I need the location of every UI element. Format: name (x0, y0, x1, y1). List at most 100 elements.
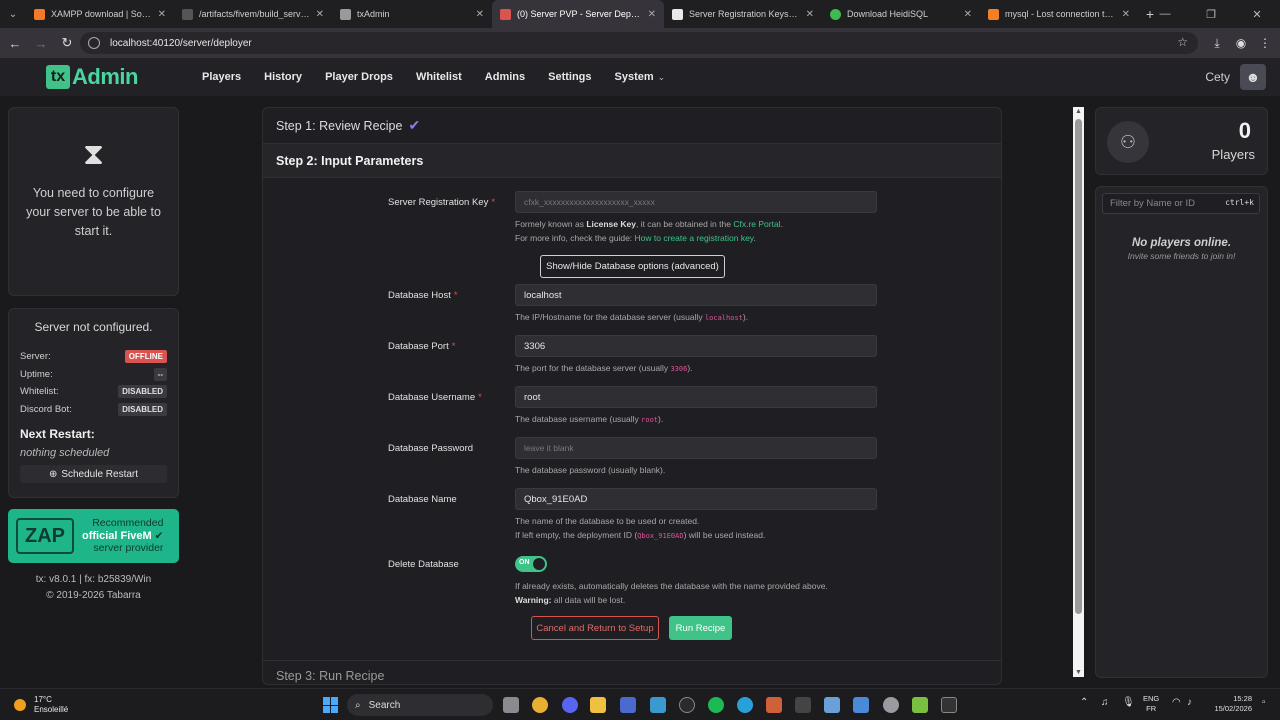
status-header: Server not configured. (34, 320, 153, 334)
menu-player-drops[interactable]: Player Drops (325, 71, 393, 83)
browser-tab[interactable]: txAdmin ✕ (332, 0, 492, 28)
menu-admins[interactable]: Admins (485, 71, 525, 83)
browser-tab[interactable]: Download HeidiSQL ✕ (822, 0, 980, 28)
players-count-card: ⚇ 0 Players (1095, 107, 1268, 175)
browser-tab[interactable]: XAMPP download | SourceForge ✕ (26, 0, 174, 28)
chrome-icon[interactable] (532, 697, 548, 713)
spotify-icon[interactable] (708, 697, 724, 713)
close-tab-icon[interactable]: ✕ (964, 9, 972, 20)
status-row-whitelist: Whitelist: DISABLED (20, 383, 167, 401)
volume-icon[interactable]: ♪ (1187, 697, 1192, 708)
close-tab-icon[interactable]: ✕ (1122, 9, 1130, 20)
windows-start-icon[interactable] (323, 697, 339, 713)
menu-whitelist[interactable]: Whitelist (416, 71, 462, 83)
restore-icon[interactable]: ❐ (1188, 0, 1234, 28)
username[interactable]: Cety (1205, 70, 1230, 84)
dbuser-input[interactable]: root (515, 386, 877, 408)
regkey-input[interactable]: cfxk_xxxxxxxxxxxxxxxxxxxx_xxxxx (515, 191, 877, 213)
terminal-icon[interactable] (795, 697, 811, 713)
photos-icon[interactable] (650, 697, 666, 713)
dbhost-input[interactable]: localhost (515, 284, 877, 306)
discord-icon[interactable] (562, 697, 578, 713)
status-row-discord: Discord Bot: DISABLED (20, 401, 167, 419)
back-arrow-icon[interactable]: ← (2, 28, 28, 58)
browser-tab[interactable]: Server Registration Keys - Cfx.re ✕ (664, 0, 822, 28)
close-tab-icon[interactable]: ✕ (648, 9, 656, 20)
url-input[interactable]: localhost:40120/server/deployer ☆ (80, 32, 1198, 54)
settings-gear-icon[interactable] (883, 697, 899, 713)
version-info: tx: v8.0.1 | fx: b25839/Win (35, 574, 152, 585)
dbpass-input[interactable]: leave it blank (515, 437, 877, 459)
forward-arrow-icon[interactable]: → (28, 28, 54, 58)
notifications-icon[interactable]: ▫ (1262, 697, 1266, 708)
main-menu: Players History Player Drops Whitelist A… (202, 58, 665, 96)
avatar[interactable]: ☻ (1240, 64, 1266, 90)
windows-taskbar: 17°C Ensoleillé ⌕ Search ⌃ ♫ 🎙 ENG FR ◠ … (0, 688, 1280, 720)
page-scrollbar[interactable]: ▲ ▼ (1073, 107, 1084, 677)
cmd-icon[interactable] (941, 697, 957, 713)
cfx-portal-link[interactable]: Cfx.re Portal (733, 219, 780, 229)
microphone-icon[interactable]: 🎙 (1122, 697, 1135, 708)
browser-tab[interactable]: /artifacts/fivem/build_server_w ✕ (174, 0, 332, 28)
minimize-icon[interactable]: — (1142, 0, 1188, 28)
menu-players[interactable]: Players (202, 71, 241, 83)
players-list-card: Filter by Name or ID ctrl+k No players o… (1095, 186, 1268, 678)
menu-history[interactable]: History (264, 71, 302, 83)
zap-hosting-banner[interactable]: ZAP Recommended official FiveM ✔ server … (8, 509, 179, 563)
schedule-restart-button[interactable]: ⊕ Schedule Restart (20, 465, 167, 483)
close-window-icon[interactable]: ✕ (1234, 0, 1280, 28)
deletedb-toggle[interactable]: ON (515, 556, 547, 572)
heidisql-favicon-icon (830, 8, 841, 20)
zap-text: Recommended official FiveM ✔ server prov… (82, 517, 164, 555)
scrollbar-thumb[interactable] (1075, 119, 1082, 614)
site-info-icon[interactable] (88, 37, 100, 49)
clock[interactable]: 15:28 15/02/2026 (1206, 694, 1252, 714)
player-filter-input[interactable]: Filter by Name or ID ctrl+k (1102, 193, 1260, 214)
no-players-subtitle: Invite some friends to join in! (1127, 251, 1236, 261)
task-view-icon[interactable] (503, 697, 519, 713)
download-icon[interactable]: ⤓ (1205, 28, 1229, 58)
close-tab-icon[interactable]: ✕ (476, 9, 484, 20)
github-icon[interactable] (679, 697, 695, 713)
step1-header[interactable]: Step 1: Review Recipe ✔ (263, 108, 1001, 144)
toggle-database-options-button[interactable]: Show/Hide Database options (advanced) (540, 255, 725, 278)
close-tab-icon[interactable]: ✕ (158, 9, 166, 20)
app-icon[interactable] (620, 697, 636, 713)
menu-settings[interactable]: Settings (548, 71, 591, 83)
cfx-favicon-icon (672, 8, 683, 20)
app-icon[interactable] (912, 697, 928, 713)
tray-chevron-up-icon[interactable]: ⌃ (1080, 697, 1088, 708)
browser-tab[interactable]: mysql - Lost connection to serv ✕ (980, 0, 1138, 28)
profile-icon[interactable]: ◉ (1229, 28, 1253, 58)
txadmin-logo[interactable]: tx Admin (46, 64, 138, 90)
menu-system[interactable]: System (615, 71, 654, 83)
headset-icon[interactable]: ♫ (1101, 697, 1109, 708)
weather-widget[interactable]: 17°C Ensoleillé (14, 695, 68, 715)
scroll-up-icon[interactable]: ▲ (1075, 108, 1082, 115)
scroll-down-icon[interactable]: ▼ (1075, 669, 1082, 676)
browser-tab-active[interactable]: (0) Server PVP - Server Deployer ✕ (492, 0, 664, 28)
run-recipe-button[interactable]: Run Recipe (669, 616, 732, 640)
dbname-input[interactable]: Qbox_91E0AD (515, 488, 877, 510)
reload-icon[interactable]: ↻ (54, 28, 80, 58)
browser-menu-icon[interactable]: ⋮ (1253, 28, 1277, 58)
app-icon[interactable] (737, 697, 753, 713)
app-icon[interactable] (766, 697, 782, 713)
close-tab-icon[interactable]: ✕ (806, 9, 814, 20)
dbport-input[interactable]: 3306 (515, 335, 877, 357)
cancel-return-button[interactable]: Cancel and Return to Setup (531, 616, 659, 640)
guide-link[interactable]: How to create a registration key (635, 233, 754, 243)
tab-search-chevron-icon[interactable]: ⌄ (0, 0, 26, 28)
txadmin-header: tx Admin Players History Player Drops Wh… (0, 58, 1280, 96)
close-tab-icon[interactable]: ✕ (316, 9, 324, 20)
dbuser-help: The database username (usually root). (515, 414, 664, 424)
bookmark-star-icon[interactable]: ☆ (1177, 35, 1188, 49)
app-icon[interactable] (853, 697, 869, 713)
zap-logo: ZAP (16, 518, 74, 554)
file-explorer-icon[interactable] (590, 697, 606, 713)
app-icon[interactable] (824, 697, 840, 713)
wifi-icon[interactable]: ◠ (1172, 697, 1181, 708)
language-indicator[interactable]: ENG FR (1143, 694, 1159, 714)
verified-check-icon: ✔ (154, 529, 164, 542)
taskbar-search[interactable]: ⌕ Search (347, 694, 493, 716)
